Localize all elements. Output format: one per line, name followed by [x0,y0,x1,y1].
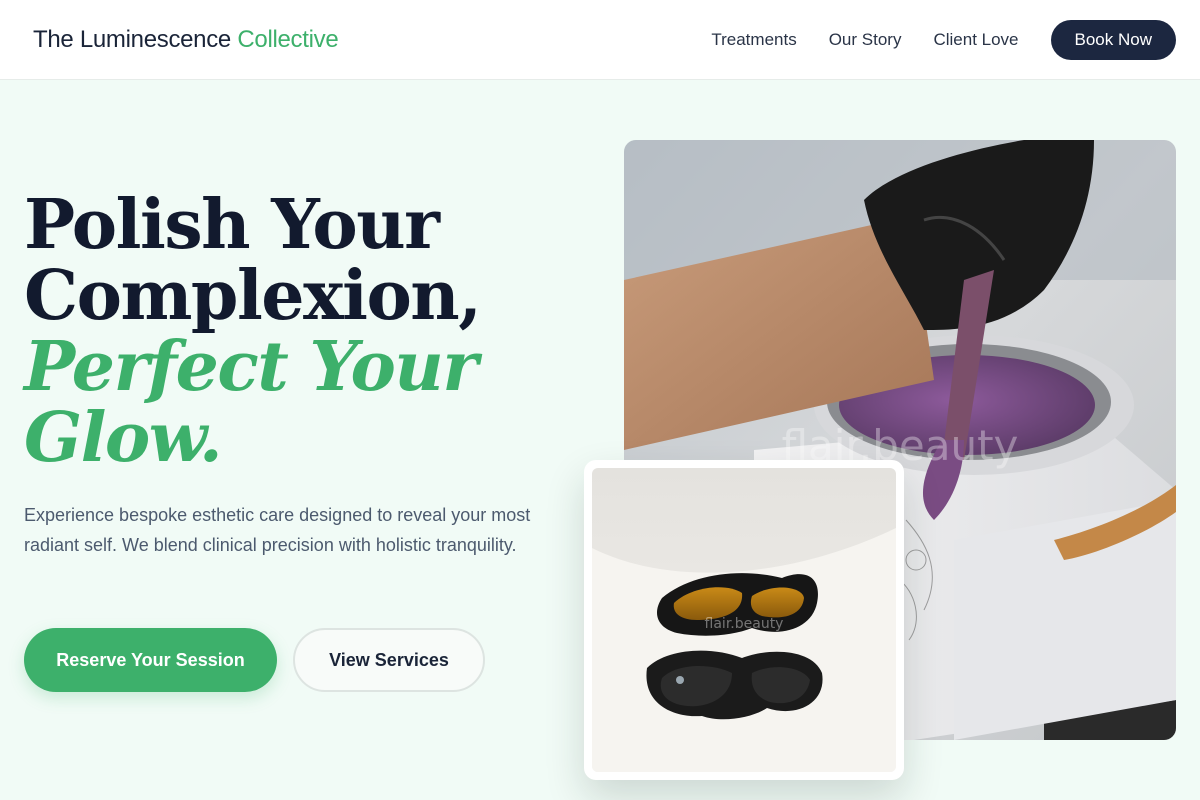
logo-text-accent: Collective [237,25,339,53]
nav-link-our-story[interactable]: Our Story [829,30,902,50]
hero-description: Experience bespoke esthetic care designe… [24,505,531,555]
site-header: The Luminescence Collective Treatments O… [0,0,1200,80]
hero-title-line-3: Perfect Your [24,327,478,407]
inset-photo-watermark: flair.beauty [705,616,784,632]
hero-title: Polish Your Complexion, Perfect Your Glo… [24,190,584,474]
hero-title-line-1: Polish Your [24,185,440,265]
site-logo[interactable]: The Luminescence Collective [33,25,339,54]
dark-goggles [646,650,823,720]
nav-link-treatments[interactable]: Treatments [711,30,796,50]
hero-title-line-4: Glow. [24,398,223,478]
protective-goggles-photo: flair.beauty [592,468,896,772]
reserve-session-button[interactable]: Reserve Your Session [24,628,277,692]
goggles-illustration: flair.beauty [592,468,896,772]
view-services-button[interactable]: View Services [293,628,485,692]
logo-text-main: The Luminescence [33,25,231,53]
nav-link-client-love[interactable]: Client Love [933,30,1018,50]
book-now-button[interactable]: Book Now [1050,19,1176,60]
main-nav: Treatments Our Story Client Love Book No… [711,19,1176,60]
hero-title-line-2: Complexion, [24,256,482,336]
inset-photo-card: flair.beauty [584,460,904,780]
